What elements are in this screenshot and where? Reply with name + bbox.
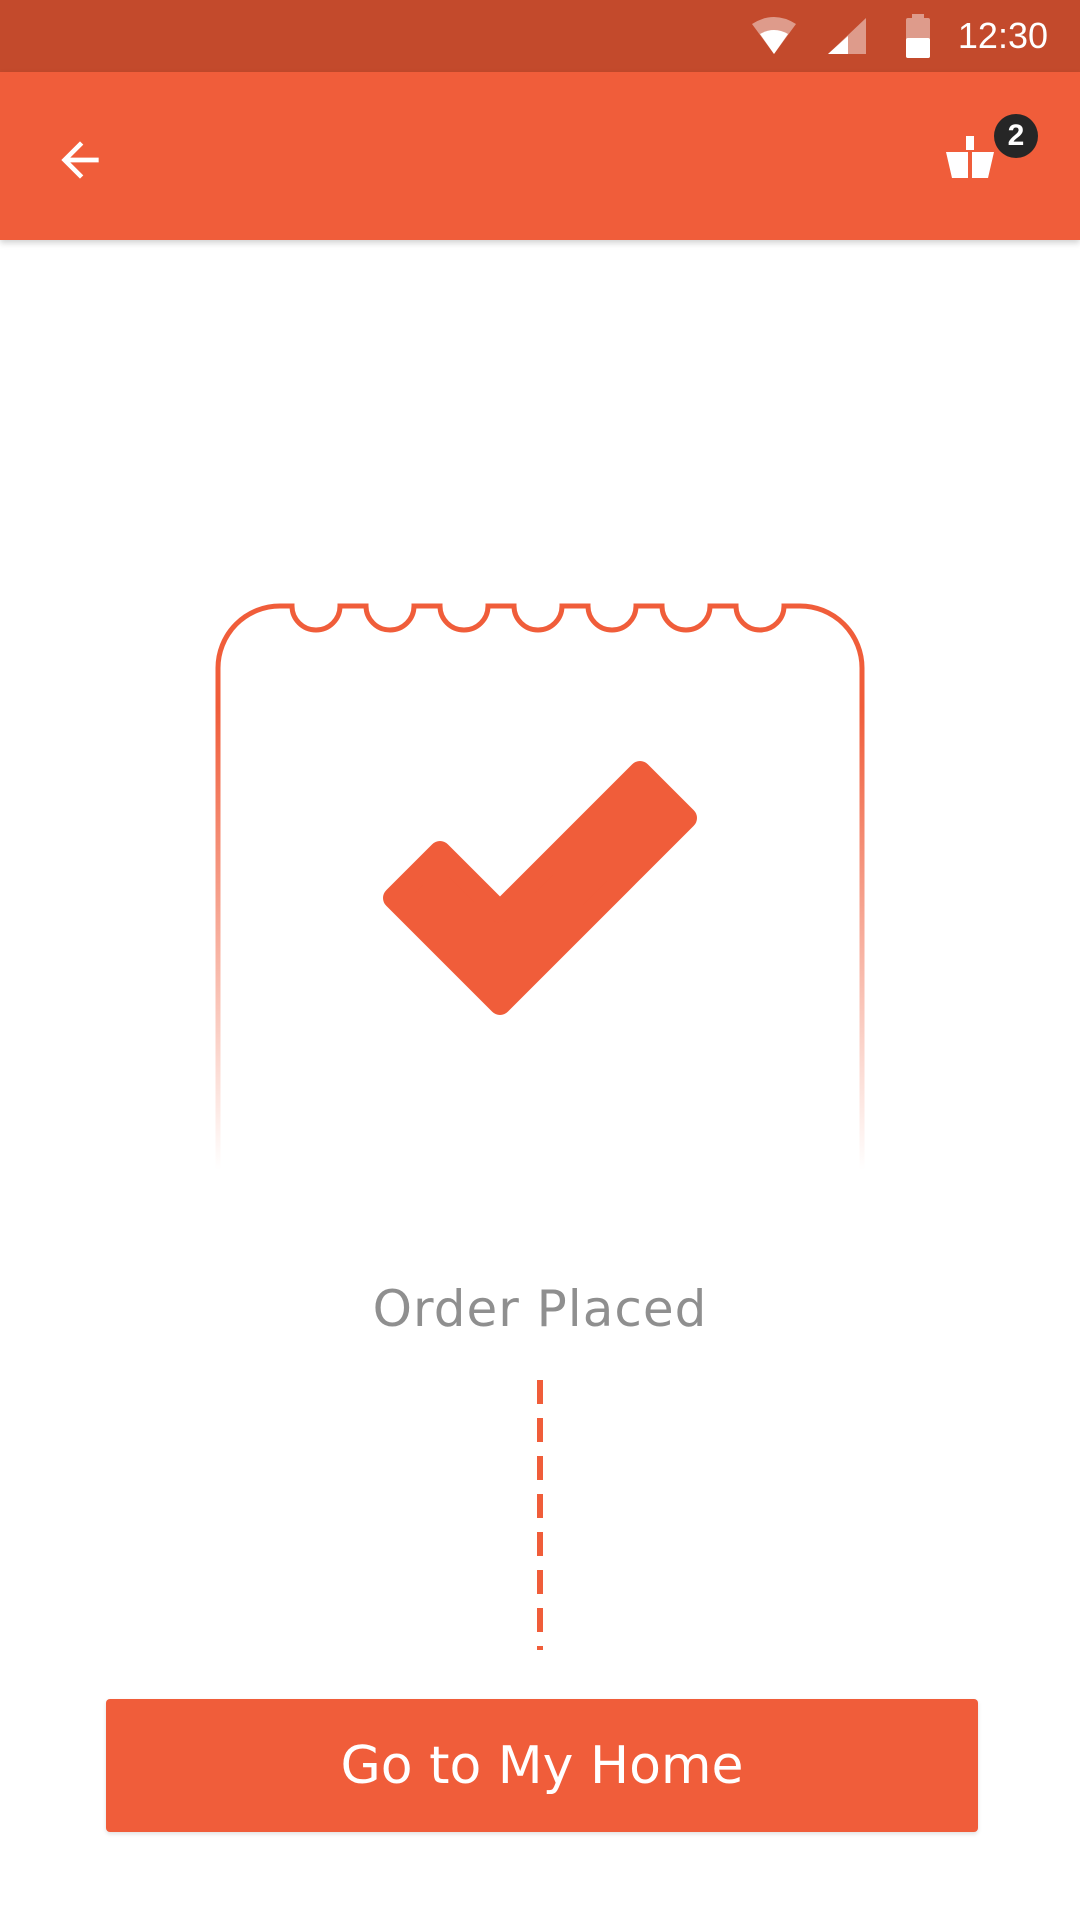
cart-count-badge: 2 (994, 114, 1038, 158)
cellular-signal-icon (828, 18, 866, 54)
go-to-my-home-button[interactable]: Go to My Home (106, 1699, 978, 1832)
arrow-back-icon (61, 141, 99, 179)
order-status-text: Order Placed (372, 1280, 708, 1338)
app-bar: 2 (0, 72, 1080, 240)
battery-icon (906, 14, 930, 58)
dashed-connector (537, 1380, 543, 1650)
checkmark-icon (383, 761, 697, 1015)
status-bar: 12:30 (0, 0, 1080, 72)
status-time: 12:30 (957, 15, 1048, 56)
back-button[interactable] (36, 116, 124, 204)
shopping-basket-icon (946, 136, 994, 178)
receipt-illustration (215, 603, 865, 1170)
cart-button[interactable]: 2 (944, 108, 1040, 204)
wifi-icon (752, 17, 796, 54)
order-confirmation-screen: 12:30 2 Order Placed Go to My Home (0, 0, 1080, 1920)
